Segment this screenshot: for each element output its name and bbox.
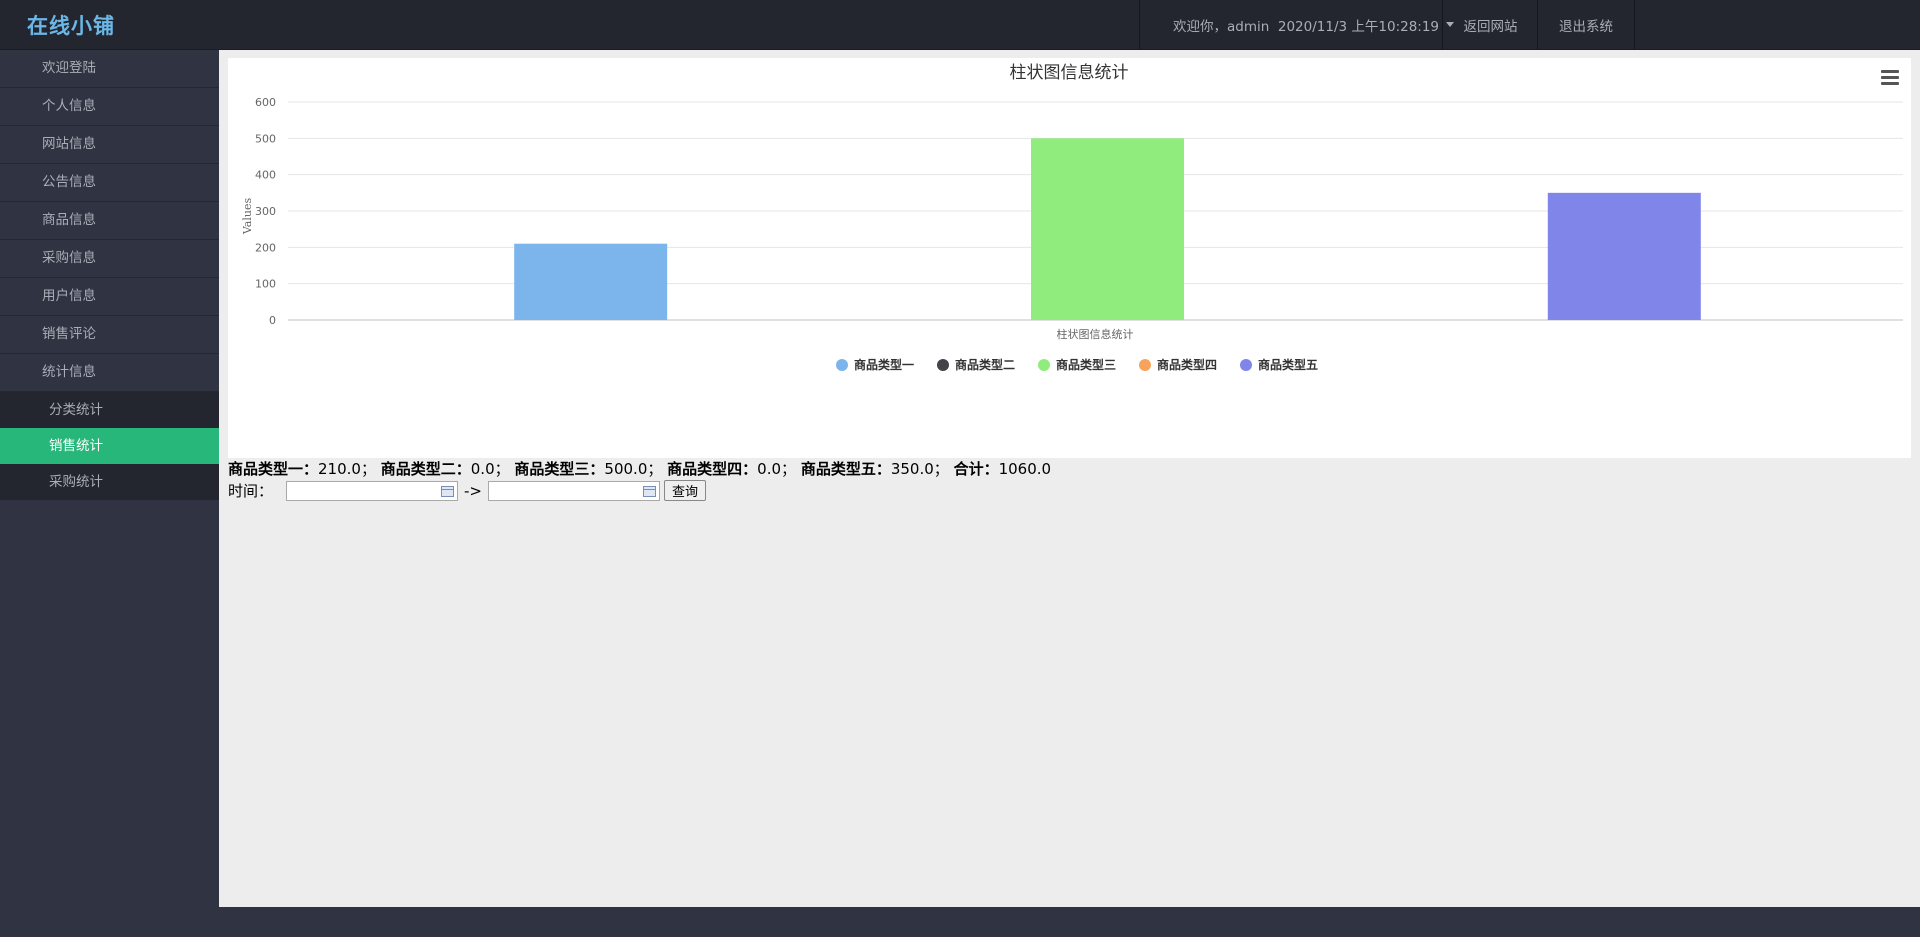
summary-value: 210.0； (318, 460, 376, 478)
y-tick-label: 100 (255, 278, 276, 291)
y-tick-label: 400 (255, 169, 276, 182)
sidebar-item[interactable]: 个人信息 (0, 88, 219, 126)
sidebar-item[interactable]: 统计信息 (0, 354, 219, 392)
y-tick-label: 0 (269, 314, 276, 327)
sidebar-item[interactable]: 欢迎登陆 (0, 50, 219, 88)
sidebar-subitem[interactable]: 销售统计 (0, 428, 219, 464)
sidebar-item[interactable]: 商品信息 (0, 202, 219, 240)
sidebar-subitem[interactable]: 分类统计 (0, 392, 219, 428)
summary-value: 350.0； (890, 460, 949, 478)
chart-title: 柱状图信息统计 (1010, 63, 1129, 83)
back-to-site-link[interactable]: 返回网站 (1442, 0, 1538, 49)
query-row: 时间： -> 查询 (228, 480, 707, 501)
start-date-input[interactable] (286, 480, 459, 501)
summary-label: 商品类型四： (667, 460, 758, 478)
sidebar-subitem[interactable]: 采购统计 (0, 464, 219, 500)
legend-marker (1038, 359, 1050, 371)
summary-value: 500.0； (604, 460, 663, 478)
user-menu[interactable]: 欢迎你，admin 2020/11/3 上午10:28:19 (1139, 0, 1455, 49)
summary-label: 商品类型五： (800, 460, 891, 478)
time-label: 时间： (228, 482, 274, 500)
y-tick-label: 300 (255, 205, 276, 218)
sidebar-item[interactable]: 销售评论 (0, 316, 219, 354)
bar-3 (1031, 138, 1184, 320)
sidebar: 欢迎登陆 个人信息 网站信息 公告信息 商品信息 采购信息 用户信息 销售评论 统计信息 分类统… (0, 50, 219, 907)
summary-label: 商品类型二： (380, 460, 471, 478)
bar-1 (514, 243, 668, 320)
calendar-icon[interactable] (643, 485, 656, 497)
summary-line: 商品类型一：210.0； 商品类型二：0.0； 商品类型三：500.0； 商品类… (228, 458, 1051, 479)
y-tick-label: 500 (255, 132, 276, 145)
range-arrow: -> (464, 481, 482, 500)
chart-container: 柱状图信息统计 0 100 200 300 400 500 600 Values 柱状图信息统计商… (228, 58, 1911, 458)
legend-item[interactable]: 商品类型五 (1258, 357, 1318, 372)
summary-label: 商品类型三： (514, 460, 605, 478)
calendar-icon[interactable] (441, 485, 455, 497)
summary-label: 合计： (953, 460, 999, 478)
legend-item[interactable]: 商品类型一 (854, 357, 914, 372)
site-logo[interactable]: 在线小铺 (27, 10, 115, 40)
legend-marker (937, 359, 949, 371)
bar-5 (1547, 192, 1701, 320)
summary-value: 1060.0 (998, 460, 1052, 478)
y-tick-label: 200 (255, 241, 276, 254)
y-axis-label: Values (241, 198, 254, 236)
legend-marker (1240, 359, 1252, 371)
sidebar-item[interactable]: 用户信息 (0, 278, 219, 316)
sidebar-item[interactable]: 采购信息 (0, 240, 219, 278)
logout-link[interactable]: 退出系统 (1537, 0, 1635, 49)
legend-marker (1139, 359, 1151, 371)
legend-item[interactable]: 商品类型四 (1157, 357, 1217, 372)
legend-item[interactable]: 商品类型二 (955, 357, 1015, 372)
chart-menu-icon[interactable] (1881, 70, 1899, 86)
legend-item[interactable]: 商品类型三 (1056, 357, 1116, 372)
summary-label: 商品类型一： (228, 460, 319, 478)
top-bar: 在线小铺 欢迎你，admin 2020/11/3 上午10:28:19 返回网站… (0, 0, 1920, 50)
welcome-text: 欢迎你，admin 2020/11/3 上午10:28:19 (1173, 18, 1440, 35)
bar-chart: 柱状图信息统计0100200300400500600Values柱状图信息统计商… (241, 63, 1903, 372)
main-content: 柱状图信息统计 0 100 200 300 400 500 600 Values 柱状图信息统计商… (219, 50, 1920, 907)
x-axis-label: 柱状图信息统计 (1057, 327, 1134, 341)
sidebar-item[interactable]: 公告信息 (0, 164, 219, 202)
legend-marker (836, 359, 848, 371)
summary-value: 0.0； (757, 460, 797, 478)
y-tick-label: 600 (255, 96, 276, 109)
sidebar-item[interactable]: 网站信息 (0, 126, 219, 164)
end-date-input[interactable] (488, 480, 660, 501)
query-button[interactable]: 查询 (664, 480, 707, 501)
summary-value: 0.0； (470, 460, 510, 478)
